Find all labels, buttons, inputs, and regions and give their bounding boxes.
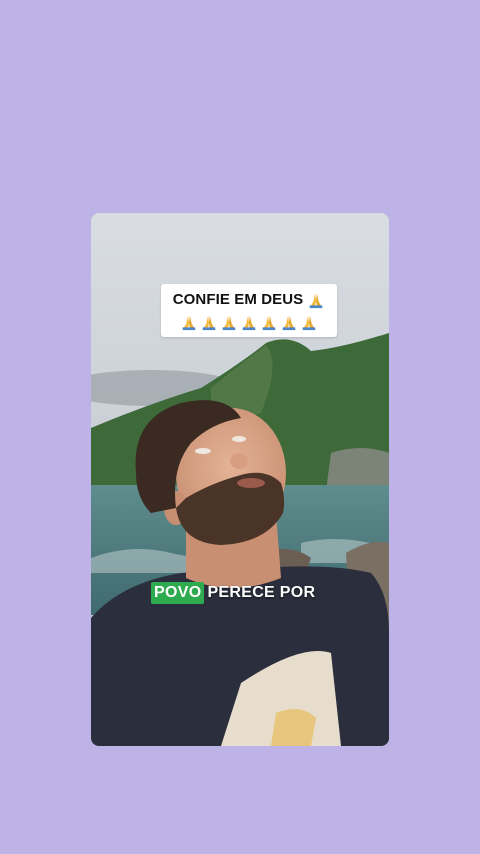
pray-icon bbox=[309, 293, 323, 308]
subtitle-highlight-word: POVO bbox=[151, 582, 205, 604]
pray-icon bbox=[242, 315, 256, 330]
subtitle-text: PERECE POR bbox=[207, 584, 316, 601]
pray-icon bbox=[262, 315, 276, 330]
caption-title-text: CONFIE EM DEUS bbox=[172, 290, 304, 308]
caption-overlay: CONFIE EM DEUS bbox=[161, 284, 337, 337]
caption-title: CONFIE EM DEUS bbox=[173, 291, 326, 309]
pray-icon bbox=[222, 315, 236, 330]
video-subtitle: POVO PERECE POR bbox=[151, 582, 315, 604]
pray-icon bbox=[282, 315, 296, 330]
video-player[interactable]: CONFIE EM DEUS POVO PERECE POR bbox=[91, 213, 389, 746]
caption-emoji-row bbox=[180, 313, 318, 331]
pray-icon bbox=[182, 315, 196, 330]
pray-icon bbox=[302, 315, 316, 330]
pray-icon bbox=[202, 315, 216, 330]
